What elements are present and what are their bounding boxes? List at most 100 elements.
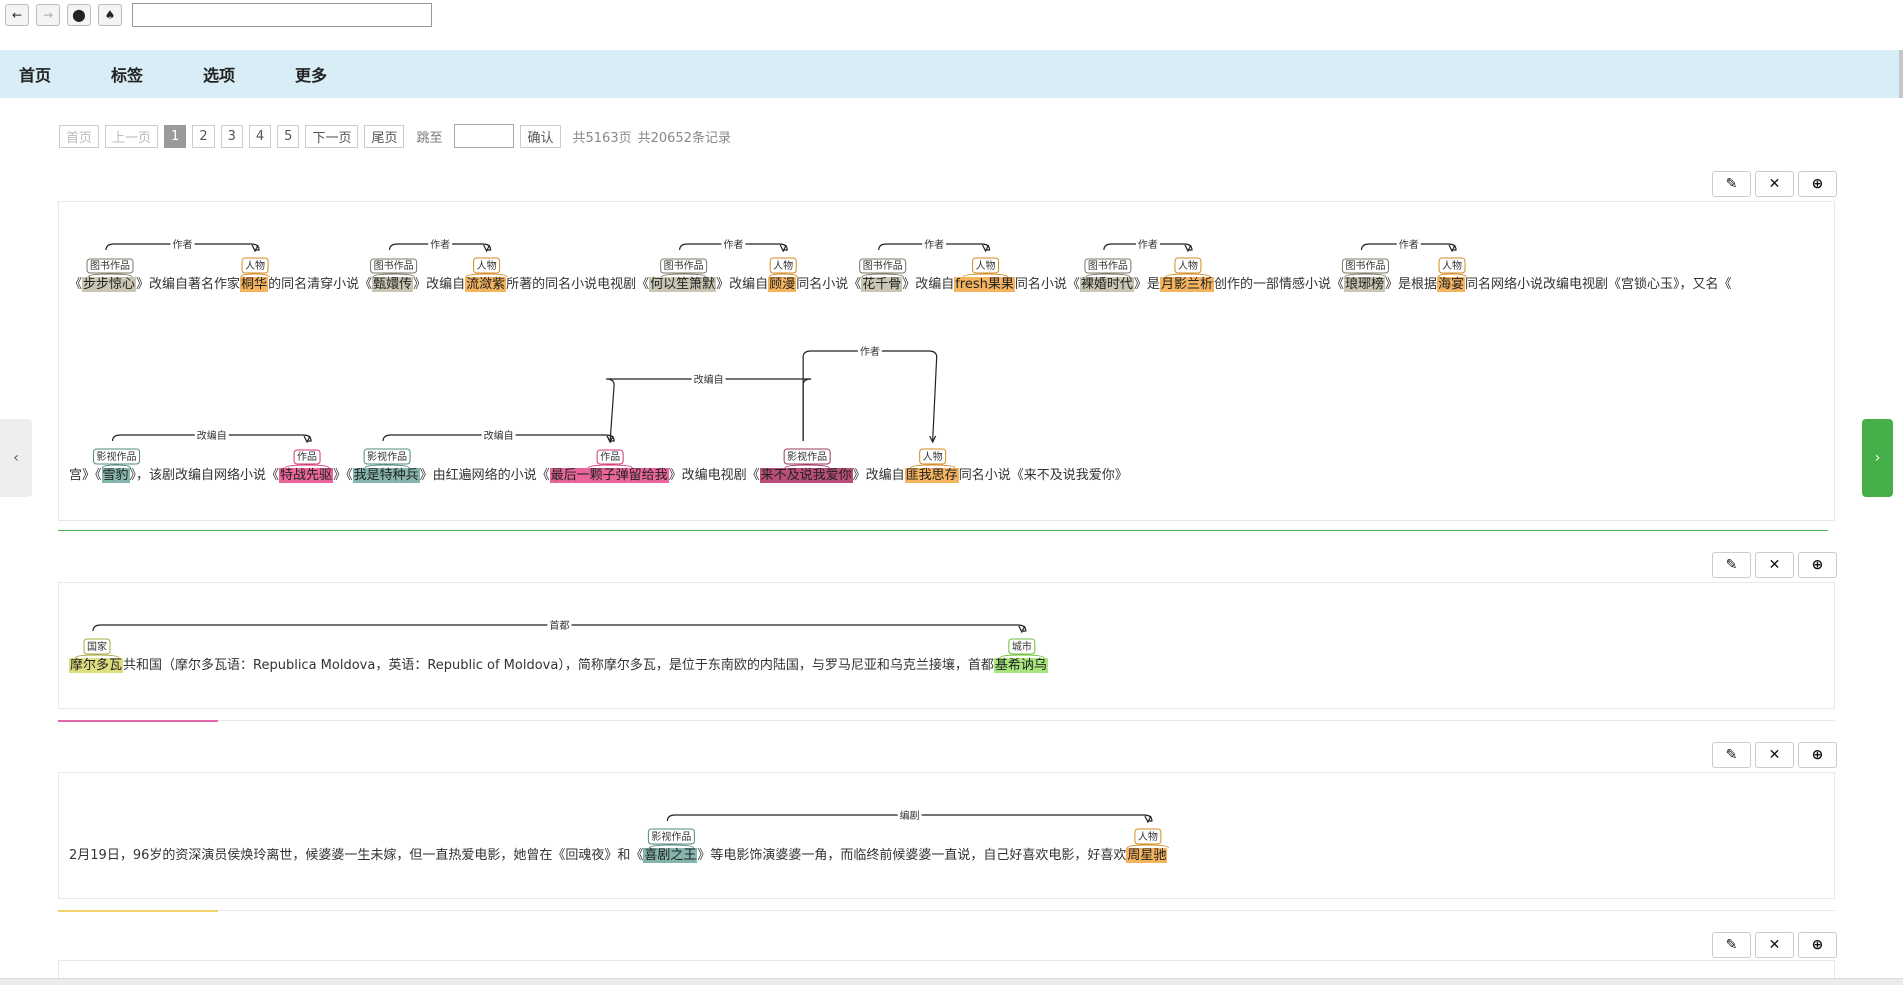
svg-text:作者: 作者	[1399, 239, 1419, 251]
chevron-left-icon: ‹	[13, 450, 19, 466]
entity-type-label: 影视作品	[93, 448, 141, 469]
nav-options[interactable]: 选项	[203, 62, 235, 86]
entity-country[interactable]: 摩尔多瓦	[69, 658, 124, 673]
record-3-line: 2月19日，96岁的资深演员侯焕玲离世，候婆婆一生未嫁，但一直热爱电影，她曾在《…	[69, 847, 1168, 865]
entity-film[interactable]: 我是特种兵	[352, 468, 420, 483]
entity-city[interactable]: 基希讷乌	[993, 658, 1048, 673]
svg-text:作者: 作者	[860, 346, 880, 358]
forward-arrow-icon: →	[42, 8, 54, 22]
svg-text:人物: 人物	[923, 450, 943, 463]
add-button[interactable]: ⊕	[1798, 552, 1837, 578]
entity-book[interactable]: 何以笙箫默	[649, 277, 717, 292]
record-2-line: 摩尔多瓦共和国（摩尔多瓦语：Republica Moldova，英语：Repub…	[69, 657, 1048, 675]
entity-type-label: 人物	[768, 257, 798, 278]
plain-text: 》改编电视剧《	[668, 468, 760, 483]
nav-more[interactable]: 更多	[295, 62, 327, 86]
prev-record-button[interactable]: ‹	[0, 419, 32, 497]
record-3-relations: 影视作品 人物 编剧	[647, 809, 1169, 849]
delete-button[interactable]: ✕	[1755, 932, 1794, 958]
entity-person[interactable]: 月影兰析	[1159, 277, 1214, 292]
close-icon: ✕	[1768, 176, 1781, 192]
add-circle-icon: ⊕	[1811, 176, 1824, 192]
forward-button[interactable]: →	[36, 4, 60, 26]
next-record-button[interactable]: ›	[1862, 419, 1893, 497]
entity-type-label: 作品	[284, 449, 330, 469]
back-button[interactable]: ←	[5, 4, 29, 26]
plain-text: 》是根据	[1384, 277, 1437, 292]
record-card-1: 《步步惊心》改编自著名作家桐华的同名清穿小说《甄嬛传》改编自流潋紫所著的同名小说…	[58, 201, 1835, 521]
edit-button[interactable]: ✎	[1712, 932, 1751, 958]
scrollbar-thumb[interactable]	[1899, 50, 1903, 98]
plain-text: 同名小说《	[796, 277, 862, 292]
entity-person[interactable]: 流潋紫	[465, 277, 507, 292]
entity-person[interactable]: 顾漫	[768, 277, 797, 292]
entity-person[interactable]: 海宴	[1437, 277, 1466, 292]
plain-text: 同名小说《来不及说我爱你》	[958, 468, 1128, 483]
back-arrow-icon: ←	[11, 8, 23, 22]
svg-text:人物: 人物	[245, 259, 265, 272]
entity-type-label: 国家	[74, 638, 120, 659]
entity-book[interactable]: 步步惊心	[82, 277, 137, 292]
entity-person[interactable]: 周星驰	[1126, 848, 1168, 863]
page-3-button[interactable]: 3	[220, 124, 243, 148]
delete-button[interactable]: ✕	[1755, 171, 1794, 197]
add-button[interactable]: ⊕	[1798, 932, 1837, 958]
entity-person[interactable]: 匪我思存	[904, 468, 959, 483]
bottom-scrollbar[interactable]	[0, 978, 1903, 985]
nav-tags[interactable]: 标签	[111, 62, 143, 86]
page-4-button[interactable]: 4	[248, 124, 272, 148]
progress-yellow	[58, 910, 218, 912]
relation-arc: 作者	[388, 239, 492, 253]
spade-icon: ♠	[104, 8, 116, 22]
first-page-button[interactable]: 首页	[59, 124, 100, 148]
entity-type-label: 人物	[240, 257, 270, 278]
page-5-button[interactable]: 5	[277, 124, 300, 148]
entity-type-label: 图书作品	[660, 258, 708, 278]
svg-text:图书作品: 图书作品	[1088, 260, 1128, 272]
jump-page-input[interactable]	[454, 124, 515, 148]
entity-type-label: 人物	[465, 257, 508, 278]
delete-button[interactable]: ✕	[1755, 552, 1794, 578]
address-input[interactable]	[132, 3, 432, 27]
last-page-button[interactable]: 尾页	[364, 124, 405, 148]
relation-arc: 首都	[92, 619, 1027, 634]
nav-home[interactable]: 首页	[19, 62, 51, 86]
entity-film[interactable]: 雪豹	[101, 468, 130, 483]
page-1-button[interactable]: 1	[164, 124, 187, 148]
entity-person[interactable]: fresh果果	[954, 277, 1015, 292]
prev-page-button[interactable]: 上一页	[105, 124, 159, 148]
record-1-line-2: 宫》《雪豹》，该剧改编自网络小说《特战先驱》《我是特种兵》由红遍网络的小说《最后…	[69, 467, 1128, 485]
svg-text:图书作品: 图书作品	[664, 260, 704, 272]
entity-book[interactable]: 花千骨	[861, 277, 903, 292]
entity-filmw[interactable]: 来不及说我爱你	[759, 468, 853, 483]
total-pages-text: 共5163页	[572, 130, 632, 146]
add-circle-icon: ⊕	[1811, 557, 1824, 573]
svg-text:人物: 人物	[976, 259, 996, 272]
page-2-button[interactable]: 2	[192, 124, 215, 148]
entity-book[interactable]: 裸婚时代	[1079, 277, 1134, 292]
svg-text:改编自: 改编自	[197, 429, 227, 442]
record-button[interactable]: ⬤	[67, 4, 91, 26]
plain-text: 的同名清穿小说《	[268, 277, 373, 292]
entity-work[interactable]: 特战先驱	[279, 468, 334, 483]
add-button[interactable]: ⊕	[1798, 171, 1837, 197]
plain-text: 同名小说《	[1014, 277, 1080, 292]
entity-work[interactable]: 最后一颗子弹留给我	[549, 468, 669, 483]
entity-book[interactable]: 甄嬛传	[372, 277, 414, 292]
entity-film[interactable]: 喜剧之王	[643, 848, 698, 863]
plain-text: 》由红遍网络的小说《	[419, 468, 550, 483]
entity-person[interactable]: 桐华	[240, 277, 269, 292]
record-actions: ✎ ✕ ⊕	[1712, 742, 1837, 768]
add-button[interactable]: ⊕	[1798, 742, 1837, 768]
next-page-button[interactable]: 下一页	[305, 124, 359, 148]
edit-button[interactable]: ✎	[1712, 742, 1751, 768]
delete-button[interactable]: ✕	[1755, 742, 1794, 768]
edit-button[interactable]: ✎	[1712, 171, 1751, 197]
confirm-jump-button[interactable]: 确认	[520, 124, 561, 148]
spade-button[interactable]: ♠	[98, 4, 122, 26]
relation-arc: 编剧	[666, 809, 1153, 824]
separator	[58, 720, 1835, 721]
entity-book[interactable]: 琅琊榜	[1343, 277, 1385, 292]
edit-button[interactable]: ✎	[1712, 552, 1751, 578]
plain-text: 》，该剧改编自网络小说《	[129, 468, 280, 483]
